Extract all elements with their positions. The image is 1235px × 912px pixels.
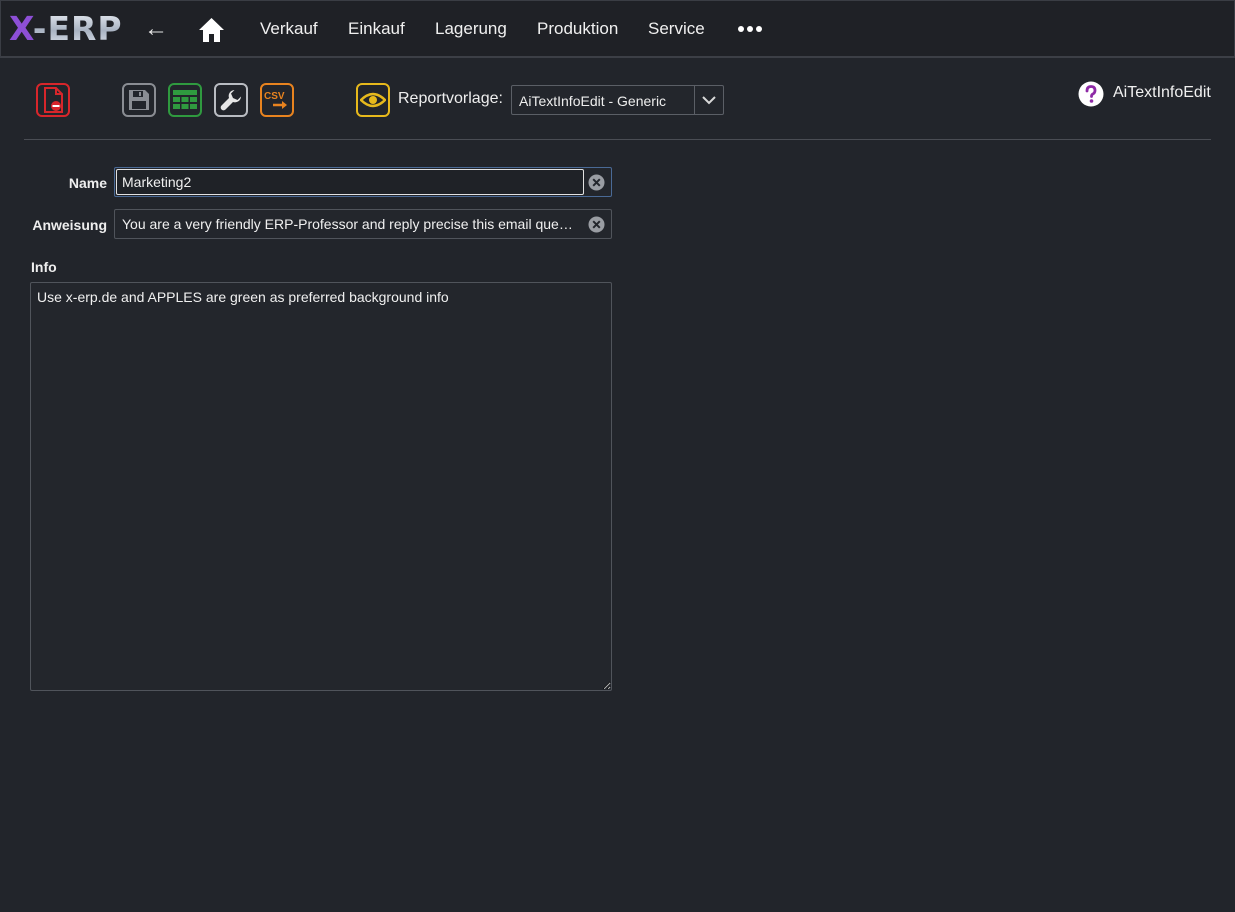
logo-x: X: [9, 9, 33, 48]
name-field-container: [114, 167, 612, 197]
clear-name-icon[interactable]: [588, 174, 605, 191]
report-template-value: AiTextInfoEdit - Generic: [519, 93, 667, 109]
app-logo[interactable]: X-ERP: [9, 9, 123, 49]
report-template-label: Reportvorlage:: [398, 90, 503, 107]
toolbar-divider: [24, 139, 1211, 140]
nav-item-lagerung[interactable]: Lagerung: [435, 19, 507, 39]
name-label: Name: [68, 175, 107, 191]
csv-icon-label: CSV: [264, 91, 285, 102]
delete-button[interactable]: [36, 83, 70, 117]
home-icon[interactable]: [198, 17, 225, 43]
top-navigation-bar: X-ERP ← Verkauf Einkauf Lagerung Produkt…: [0, 0, 1235, 58]
save-disk-icon: [129, 90, 149, 110]
chevron-down-icon[interactable]: [701, 94, 717, 106]
table-view-button[interactable]: [168, 83, 202, 117]
info-textarea[interactable]: Use x-erp.de and APPLES are green as pre…: [30, 282, 612, 691]
help-icon[interactable]: [1078, 81, 1104, 107]
logo-erp: -ERP: [32, 9, 123, 48]
nav-item-verkauf[interactable]: Verkauf: [260, 19, 318, 39]
back-arrow-icon[interactable]: ←: [144, 15, 168, 43]
more-menu-icon[interactable]: [737, 25, 763, 33]
instruction-field-container: [114, 209, 612, 239]
select-divider: [694, 86, 695, 114]
page-title: AiTextInfoEdit: [1113, 84, 1211, 101]
instruction-label: Anweisung: [32, 217, 107, 233]
preview-button[interactable]: [356, 83, 390, 117]
nav-item-produktion[interactable]: Produktion: [537, 19, 618, 39]
clear-instruction-icon[interactable]: [588, 216, 605, 233]
eye-icon: [360, 92, 386, 108]
instruction-input[interactable]: [116, 211, 584, 237]
name-input[interactable]: [116, 169, 584, 195]
delete-document-icon: [44, 87, 63, 113]
csv-export-icon: CSV: [264, 91, 287, 109]
save-button[interactable]: [122, 83, 156, 117]
settings-button[interactable]: [214, 83, 248, 117]
csv-export-button[interactable]: CSV: [260, 83, 294, 117]
nav-item-service[interactable]: Service: [648, 19, 705, 39]
table-icon: [173, 90, 197, 109]
nav-item-einkauf[interactable]: Einkauf: [348, 19, 405, 39]
info-label: Info: [31, 259, 57, 275]
wrench-icon: [220, 90, 241, 111]
report-template-select[interactable]: AiTextInfoEdit - Generic: [511, 85, 724, 115]
